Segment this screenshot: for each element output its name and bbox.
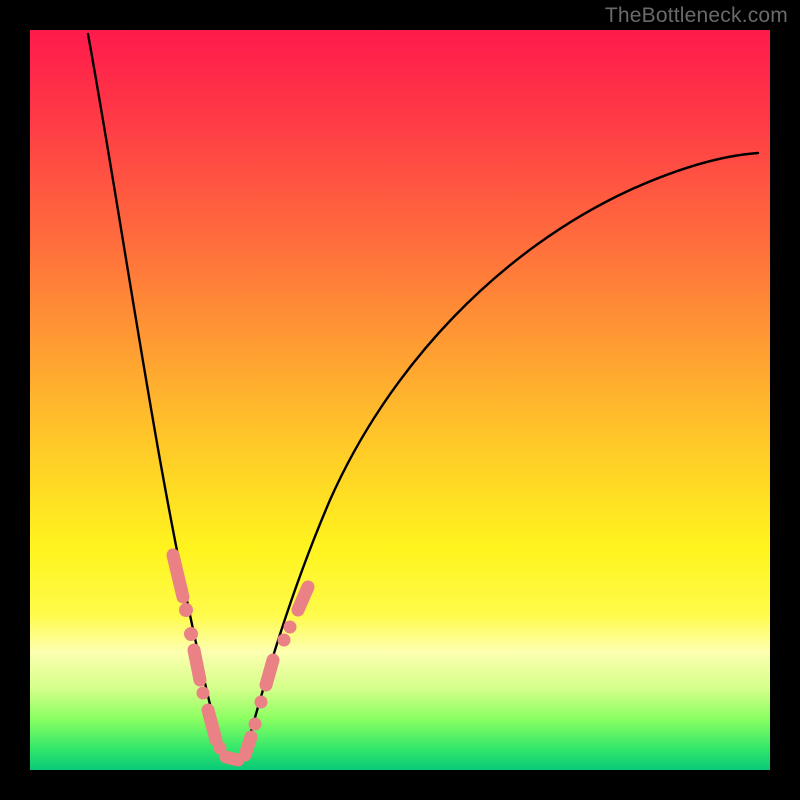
beads-left (173, 555, 238, 760)
bead-dot (249, 718, 262, 731)
bead-segment (298, 587, 308, 610)
beads-right (245, 587, 308, 755)
bead-segment (245, 737, 251, 755)
bead-dot (179, 603, 193, 617)
bead-segment (173, 555, 183, 597)
curve-right-branch (243, 153, 758, 760)
bead-dot (284, 621, 297, 634)
bead-segment (208, 710, 216, 740)
bead-dot (278, 634, 291, 647)
chart-frame: TheBottleneck.com (0, 0, 800, 800)
bead-dot (184, 627, 198, 641)
curve-left-branch (88, 34, 224, 760)
bead-segment (194, 650, 200, 680)
bead-segment (266, 660, 273, 685)
bead-segment (226, 757, 238, 760)
chart-svg (30, 30, 770, 770)
plot-area (30, 30, 770, 770)
watermark-text: TheBottleneck.com (605, 4, 788, 28)
bead-dot (255, 696, 268, 709)
bead-dot (197, 687, 210, 700)
